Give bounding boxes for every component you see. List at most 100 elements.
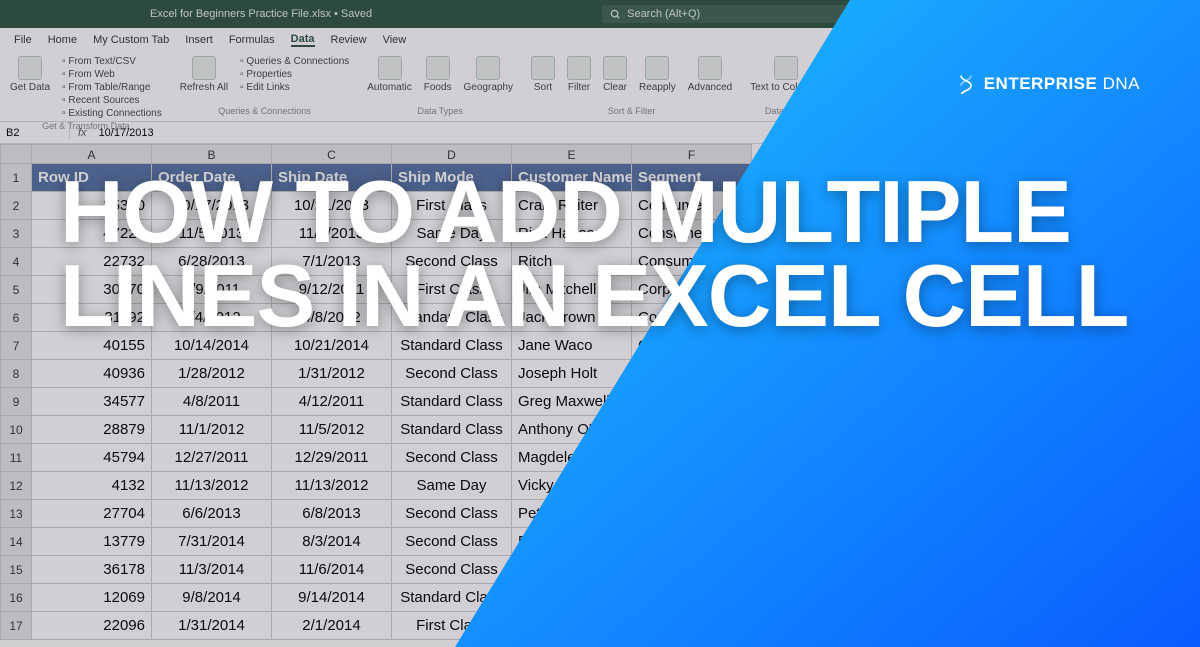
ribbon-advanced[interactable]: Advanced xyxy=(688,56,732,93)
menu-tab-view[interactable]: View xyxy=(383,34,407,46)
ribbon-clear[interactable]: Clear xyxy=(603,56,627,93)
ribbon-from-text/csv[interactable]: ▫ From Text/CSV xyxy=(62,56,162,67)
cell[interactable]: Anthony O'Donnell xyxy=(512,416,632,444)
cell[interactable]: Consumer xyxy=(632,500,752,528)
cell[interactable]: Consumer xyxy=(632,360,752,388)
cell[interactable]: Joseph Holt xyxy=(512,360,632,388)
col-header-D[interactable]: D xyxy=(392,144,512,164)
cell[interactable]: Jim xyxy=(512,612,632,640)
row-header[interactable]: 5 xyxy=(0,276,32,304)
ribbon-queries-&-connections[interactable]: ▫ Queries & Connections xyxy=(240,56,349,67)
ribbon-sort[interactable]: Sort xyxy=(531,56,555,93)
row-header[interactable]: 1 xyxy=(0,164,32,192)
cell[interactable]: 12/29/2011 xyxy=(272,444,392,472)
cell[interactable]: Second Class xyxy=(392,556,512,584)
cell[interactable]: 6/6/2013 xyxy=(152,500,272,528)
cell[interactable]: 1/31/2012 xyxy=(272,360,392,388)
cell[interactable]: 9/14/2014 xyxy=(272,584,392,612)
cell[interactable]: Magdelene Morse xyxy=(512,444,632,472)
menu-tab-file[interactable]: File xyxy=(14,34,32,46)
cell[interactable]: 11/6/2014 xyxy=(272,556,392,584)
ribbon-text-to-columns[interactable]: Text to Columns xyxy=(750,56,822,93)
select-all-corner[interactable] xyxy=(0,144,32,164)
cell[interactable]: 12/27/2011 xyxy=(152,444,272,472)
cell[interactable]: Second Class xyxy=(392,500,512,528)
cell[interactable]: Second Class xyxy=(392,360,512,388)
cell[interactable]: 22096 xyxy=(32,612,152,640)
col-header-C[interactable]: C xyxy=(272,144,392,164)
cell[interactable]: Home Office xyxy=(632,472,752,500)
cell[interactable]: Ben Peterman xyxy=(512,528,632,556)
cell[interactable]: 11/13/2012 xyxy=(272,472,392,500)
search-box[interactable]: Search (Alt+Q) xyxy=(602,5,862,23)
cell[interactable]: 11/5/2012 xyxy=(272,416,392,444)
row-header[interactable]: 16 xyxy=(0,584,32,612)
cell[interactable]: Greg Maxwell xyxy=(512,388,632,416)
row-header[interactable]: 10 xyxy=(0,416,32,444)
get-data-button[interactable]: Get Data xyxy=(10,56,50,93)
cell[interactable]: Consumer xyxy=(632,556,752,584)
cell[interactable]: 11/13/2012 xyxy=(152,472,272,500)
name-box[interactable]: B2 xyxy=(0,127,70,139)
row-header[interactable]: 4 xyxy=(0,248,32,276)
ribbon-properties[interactable]: ▫ Properties xyxy=(240,69,349,80)
cell[interactable]: Thomas Boland xyxy=(512,556,632,584)
row-header[interactable]: 8 xyxy=(0,360,32,388)
row-header[interactable]: 2 xyxy=(0,192,32,220)
row-header[interactable]: 6 xyxy=(0,304,32,332)
cell[interactable]: Corporate xyxy=(632,584,752,612)
row-header[interactable]: 14 xyxy=(0,528,32,556)
menu-tab-insert[interactable]: Insert xyxy=(185,34,213,46)
cell[interactable]: Patrick Jones xyxy=(512,584,632,612)
cell[interactable]: Corporate xyxy=(632,528,752,556)
col-header-A[interactable]: A xyxy=(32,144,152,164)
row-header[interactable]: 7 xyxy=(0,332,32,360)
ribbon-geography[interactable]: Geography xyxy=(464,56,513,93)
cell[interactable]: 6/8/2013 xyxy=(272,500,392,528)
cell[interactable]: 27704 xyxy=(32,500,152,528)
cell[interactable]: 8/3/2014 xyxy=(272,528,392,556)
cell[interactable]: Peter Fuller xyxy=(512,500,632,528)
ribbon-from-web[interactable]: ▫ From Web xyxy=(62,69,162,80)
cell[interactable]: 2/1/2014 xyxy=(272,612,392,640)
menu-tab-my-custom-tab[interactable]: My Custom Tab xyxy=(93,34,169,46)
cell[interactable]: 36178 xyxy=(32,556,152,584)
cell[interactable]: Standard Class xyxy=(392,584,512,612)
ribbon-recent-sources[interactable]: ▫ Recent Sources xyxy=(62,95,162,106)
row-header[interactable]: 12 xyxy=(0,472,32,500)
ribbon-existing-connections[interactable]: ▫ Existing Connections xyxy=(62,108,162,119)
cell[interactable]: Same Day xyxy=(392,472,512,500)
row-header[interactable]: 3 xyxy=(0,220,32,248)
cell[interactable]: 11/3/2014 xyxy=(152,556,272,584)
ribbon-automatic[interactable]: Automatic xyxy=(367,56,411,93)
ribbon-foods[interactable]: Foods xyxy=(424,56,452,93)
cell[interactable]: Corporate xyxy=(632,388,752,416)
cell[interactable]: 45794 xyxy=(32,444,152,472)
cell[interactable]: 9/8/2014 xyxy=(152,584,272,612)
menu-tab-review[interactable]: Review xyxy=(331,34,367,46)
cell[interactable]: 7/31/2014 xyxy=(152,528,272,556)
cell[interactable]: First Class xyxy=(392,612,512,640)
row-header[interactable]: 13 xyxy=(0,500,32,528)
cell[interactable]: Second Class xyxy=(392,444,512,472)
ribbon-reapply[interactable]: Reapply xyxy=(639,56,676,93)
refresh-all-button[interactable]: Refresh All xyxy=(180,56,228,93)
cell[interactable]: 11/1/2012 xyxy=(152,416,272,444)
cell[interactable]: Vicky Freymann xyxy=(512,472,632,500)
cell[interactable]: 1/31/2014 xyxy=(152,612,272,640)
fx-icon[interactable]: fx xyxy=(70,127,95,139)
cell[interactable]: Second Class xyxy=(392,528,512,556)
ribbon-filter[interactable]: Filter xyxy=(567,56,591,93)
cell[interactable]: 28879 xyxy=(32,416,152,444)
row-header[interactable]: 9 xyxy=(0,388,32,416)
ribbon-edit-links[interactable]: ▫ Edit Links xyxy=(240,82,349,93)
cell[interactable]: 4132 xyxy=(32,472,152,500)
col-header-B[interactable]: B xyxy=(152,144,272,164)
cell[interactable]: Corporate xyxy=(632,612,752,640)
cell[interactable]: 1/28/2012 xyxy=(152,360,272,388)
row-header[interactable]: 17 xyxy=(0,612,32,640)
row-header[interactable]: 11 xyxy=(0,444,32,472)
cell[interactable]: Consumer xyxy=(632,444,752,472)
formula-value[interactable]: 10/17/2013 xyxy=(95,127,158,139)
menu-tab-formulas[interactable]: Formulas xyxy=(229,34,275,46)
